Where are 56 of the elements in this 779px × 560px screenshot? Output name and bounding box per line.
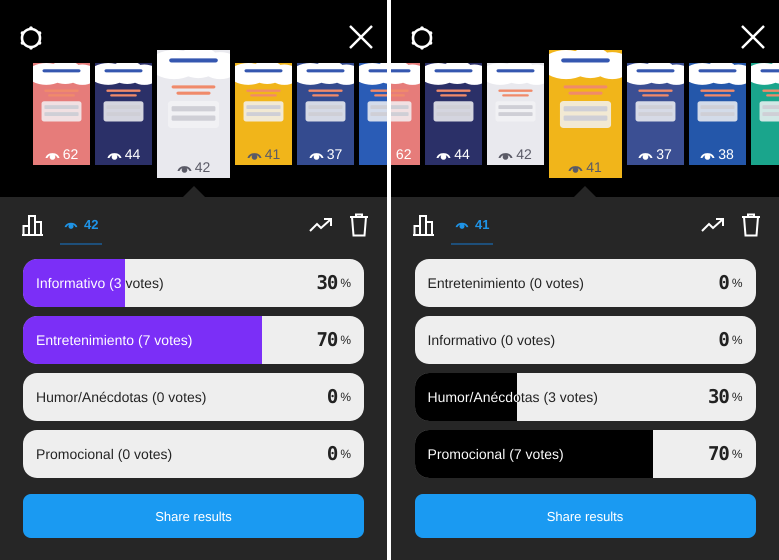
story-thumbnail[interactable]: 44 [95,63,152,165]
story-thumbnail[interactable]: 62 [391,63,420,165]
percent-value: 0 [718,272,729,294]
view-count: 37 [656,147,672,161]
percent-value: 0 [718,329,729,351]
view-count: 41 [586,160,602,174]
story-thumbnail[interactable]: 38 [688,63,746,165]
story-thumbnail[interactable]: 37 [297,63,354,165]
percent-sign: % [732,333,742,347]
viewers-tab[interactable]: 41 [451,205,494,245]
pointer-notch [182,186,204,197]
trash-icon[interactable] [741,213,761,237]
viewers-tab[interactable]: 42 [60,205,102,245]
percent-sign: % [732,447,742,461]
story-thumbnail[interactable]: 62 [33,63,90,165]
percent-sign: % [340,276,351,290]
view-count: 44 [454,147,470,161]
share-results-button[interactable]: Share results [414,494,756,538]
trend-icon[interactable] [309,217,333,233]
trend-icon[interactable] [701,217,725,233]
view-count: 42 [194,160,210,174]
story-thumbnail[interactable]: 42 [486,63,544,165]
percent-sign: % [732,390,742,404]
percent-value: 0 [326,386,338,408]
view-count: 38 [718,147,734,161]
settings-icon[interactable] [409,25,435,51]
view-count: 37 [326,147,342,161]
story-thumbnail[interactable]: 41 [235,63,292,165]
pointer-notch [574,186,596,197]
percent-value: 0 [326,443,338,465]
story-thumbnail[interactable]: 41 [548,50,622,178]
view-count: 62 [396,147,412,161]
view-count: 41 [264,147,280,161]
percent-value: 70 [708,443,729,465]
percent-value: 30 [316,272,338,294]
view-count: 42 [516,147,532,161]
bar-chart-icon [413,214,435,236]
percent-value: 30 [708,386,729,408]
story-thumbnail[interactable]: 44 [424,63,482,165]
view-count: 44 [124,147,140,161]
story-thumbnail[interactable]: 42 [157,50,230,178]
percent-sign: % [340,390,351,404]
story-thumbnail[interactable]: 37 [626,63,684,165]
results-tab[interactable] [413,214,435,236]
percent-sign: % [340,333,351,347]
settings-icon[interactable] [18,25,44,51]
close-icon[interactable] [741,25,765,49]
close-icon[interactable] [349,25,373,49]
results-tab[interactable] [22,214,44,236]
view-count: 62 [62,147,78,161]
bar-chart-icon [22,214,44,236]
share-results-button[interactable]: Share results [23,494,364,538]
percent-sign: % [340,447,351,461]
percent-sign: % [732,276,742,290]
trash-icon[interactable] [349,213,369,237]
percent-value: 70 [316,329,338,351]
